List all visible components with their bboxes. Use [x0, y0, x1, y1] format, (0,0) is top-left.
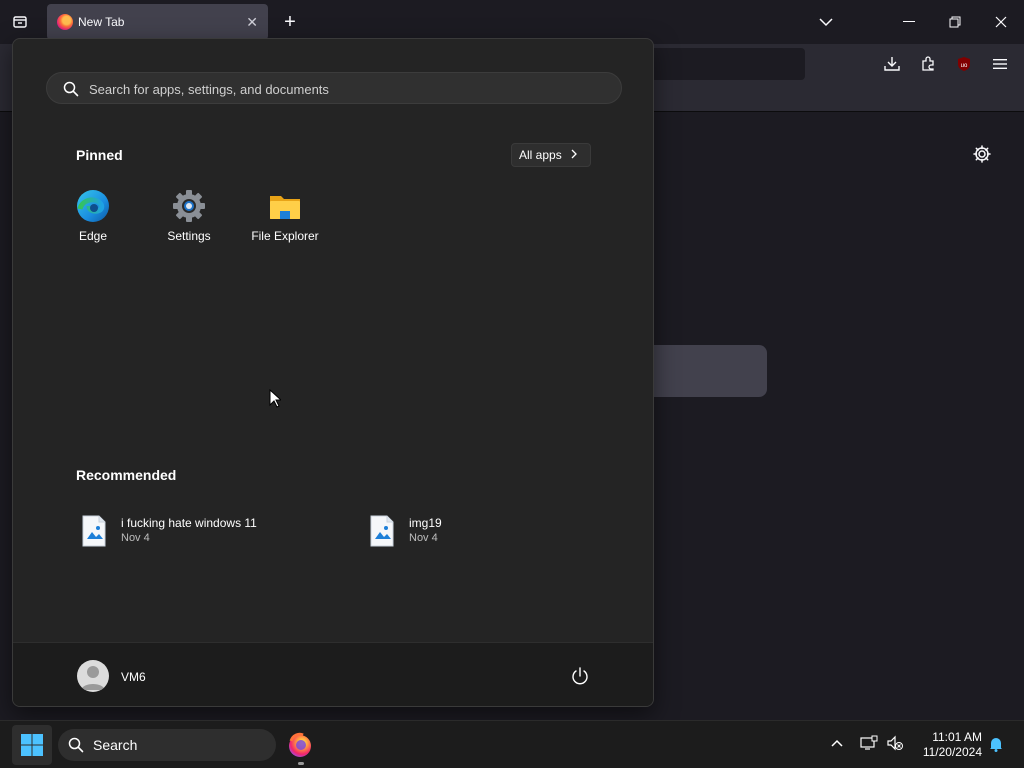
image-file-icon — [369, 515, 395, 552]
recommended-item[interactable]: i fucking hate windows 11 Nov 4 — [81, 511, 331, 551]
all-apps-button[interactable]: All apps — [511, 143, 591, 167]
search-icon — [68, 737, 84, 756]
folder-icon — [268, 189, 302, 223]
pinned-app-label: Edge — [78, 229, 108, 243]
customize-settings-icon[interactable] — [972, 144, 992, 169]
minimize-button[interactable] — [900, 12, 918, 32]
downloads-icon[interactable] — [882, 54, 902, 74]
start-search-input[interactable] — [89, 79, 589, 99]
notification-bell-icon[interactable] — [988, 736, 1004, 757]
pinned-app-settings[interactable]: Settings — [141, 189, 237, 249]
list-all-tabs-icon[interactable] — [816, 12, 836, 32]
running-indicator — [298, 762, 304, 765]
url-bar[interactable] — [640, 48, 805, 80]
edge-icon — [76, 189, 110, 223]
start-search-box[interactable] — [46, 72, 622, 104]
power-icon[interactable] — [569, 665, 591, 687]
pinned-heading: Pinned — [76, 147, 123, 163]
start-menu: Pinned All apps Edge — [12, 38, 654, 707]
firefox-taskbar-icon[interactable] — [286, 731, 314, 759]
recommended-item[interactable]: img19 Nov 4 — [369, 511, 569, 551]
extensions-icon[interactable] — [918, 54, 938, 74]
tab-close-icon[interactable]: ✕ — [246, 13, 258, 31]
clock-time: 11:01 AM — [932, 730, 982, 744]
recommended-item-name: img19 — [409, 516, 442, 530]
network-icon[interactable] — [860, 735, 878, 756]
hamburger-menu-icon[interactable] — [990, 54, 1010, 74]
firefox-favicon-icon — [57, 14, 73, 30]
pinned-app-edge[interactable]: Edge — [45, 189, 141, 249]
settings-gear-icon — [172, 189, 206, 223]
search-icon — [63, 81, 79, 102]
taskbar: Search 11:01 AM 11/20/2024 — [0, 720, 1024, 768]
recommended-item-date: Nov 4 — [409, 532, 438, 544]
volume-muted-icon[interactable] — [886, 735, 904, 756]
svg-text:uo: uo — [961, 63, 968, 69]
all-apps-label: All apps — [519, 148, 562, 162]
user-name[interactable]: VM6 — [121, 670, 146, 684]
windows-logo-icon — [21, 734, 43, 756]
user-avatar-icon[interactable] — [77, 660, 109, 692]
mouse-cursor-icon — [269, 388, 283, 413]
taskbar-search[interactable]: Search — [58, 729, 276, 761]
taskbar-search-label: Search — [93, 737, 138, 753]
firefox-view-icon[interactable] — [10, 12, 30, 32]
pinned-app-file-explorer[interactable]: File Explorer — [237, 189, 333, 249]
new-tab-button[interactable]: + — [280, 10, 300, 34]
recommended-item-date: Nov 4 — [121, 532, 150, 544]
start-button[interactable] — [12, 725, 52, 765]
image-file-icon — [81, 515, 107, 552]
show-hidden-icons-chevron-icon[interactable] — [830, 736, 844, 755]
clock-date: 11/20/2024 — [922, 745, 982, 759]
recommended-item-name: i fucking hate windows 11 — [121, 516, 257, 530]
tab-title: New Tab — [78, 15, 125, 29]
recommended-heading: Recommended — [76, 467, 177, 483]
start-menu-footer: VM6 — [13, 642, 653, 706]
close-window-button[interactable] — [992, 12, 1010, 32]
chevron-right-icon — [570, 148, 578, 162]
taskbar-clock[interactable]: 11:01 AM 11/20/2024 — [916, 730, 982, 760]
top-site-tile[interactable] — [640, 345, 767, 397]
restore-button[interactable] — [946, 12, 964, 32]
ublock-origin-icon[interactable]: uo — [954, 54, 974, 74]
pinned-app-label: File Explorer — [251, 229, 319, 243]
pinned-app-label: Settings — [167, 229, 211, 243]
tab-new-tab[interactable]: New Tab ✕ — [47, 4, 268, 40]
